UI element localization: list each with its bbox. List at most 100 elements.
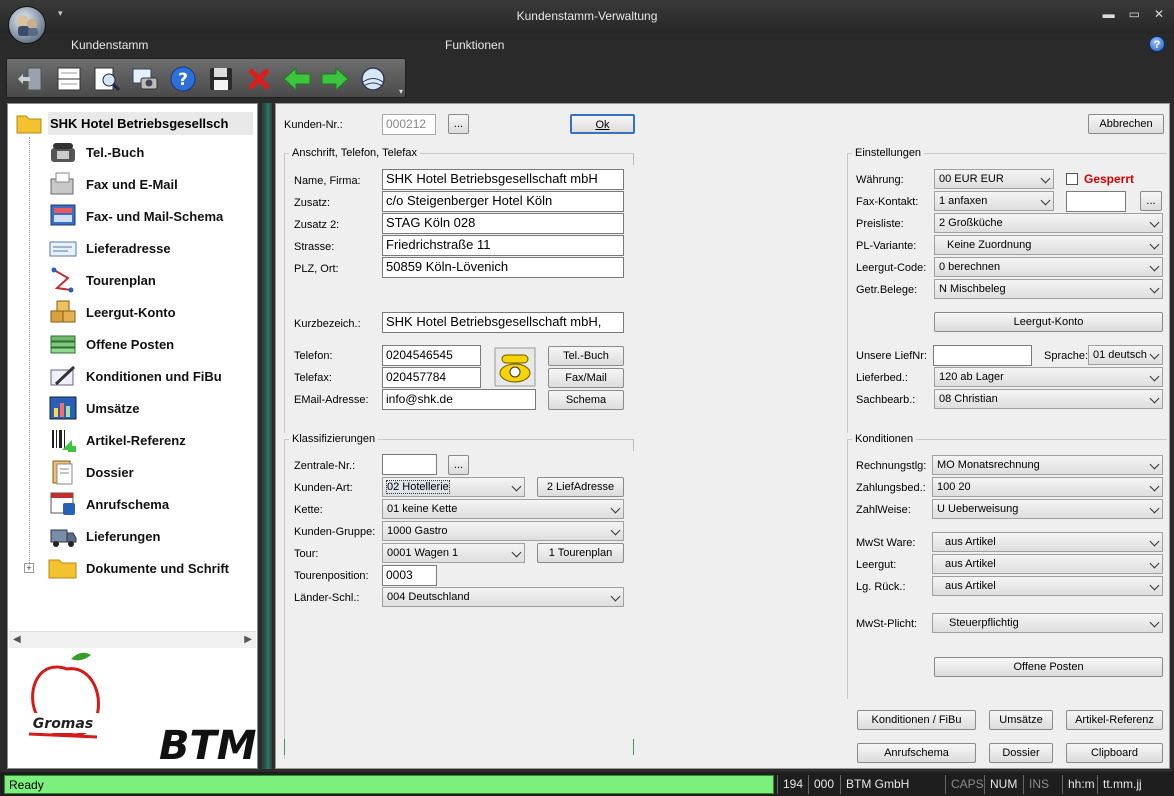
tree-item-lieferungen[interactable]: Lieferungen	[48, 521, 160, 551]
mwstware-select[interactable]: aus Artikel	[932, 532, 1163, 552]
mwstpflicht-label: MwSt-Plicht:	[856, 618, 918, 630]
kunden-nr-field[interactable]: 000212	[382, 114, 436, 135]
strasse-field[interactable]: Friedrichstraße 11	[382, 235, 624, 256]
preview-search-icon[interactable]	[91, 63, 123, 95]
schema-button[interactable]: Schema	[548, 390, 624, 410]
tree-item-offene-posten[interactable]: Offene Posten	[48, 329, 174, 359]
scroll-left-icon[interactable]: ◀	[13, 634, 21, 645]
help-question-icon[interactable]: ?	[167, 63, 199, 95]
rechnungstlg-select[interactable]: MO Monatsrechnung	[932, 455, 1163, 475]
menu-kundenstamm[interactable]: Kundenstamm	[71, 38, 148, 52]
zentrale-label: Zentrale-Nr.:	[294, 460, 356, 472]
kette-select[interactable]: 01 keine Kette	[382, 499, 624, 519]
telefax-field[interactable]: 020457784	[382, 367, 481, 388]
tree-item-tourenplan[interactable]: Tourenplan	[48, 265, 156, 295]
mwstpflicht-select[interactable]: Steuerpflichtig	[932, 613, 1163, 633]
tree-item-fax-email[interactable]: Fax und E-Mail	[48, 169, 178, 199]
phone-dial-icon[interactable]	[494, 347, 536, 387]
artikel-referenz-button[interactable]: Artikel-Referenz	[1066, 710, 1163, 730]
getr-belege-select[interactable]: N Mischbeleg	[934, 279, 1163, 299]
scan-camera-icon[interactable]	[129, 63, 161, 95]
lgrueck-select[interactable]: aus Artikel	[932, 576, 1163, 596]
maximize-icon[interactable]: ▭	[1129, 7, 1140, 21]
kunden-gruppe-select[interactable]: 1000 Gastro	[382, 521, 624, 541]
split-view-icon[interactable]	[53, 63, 85, 95]
tree-item-dokumente[interactable]: Dokumente und Schrift	[48, 553, 229, 583]
tree-item-lieferadresse[interactable]: Lieferadresse	[48, 233, 171, 263]
dossier-button[interactable]: Dossier	[989, 743, 1053, 763]
tree-item-anrufschema[interactable]: Anrufschema	[48, 489, 169, 519]
cancel-button[interactable]: Abbrechen	[1088, 114, 1164, 134]
faxkontakt-select[interactable]: 1 anfaxen	[934, 191, 1054, 211]
leergut-konto-button[interactable]: Leergut-Konto	[934, 312, 1163, 332]
tree-item-artikel-referenz[interactable]: Artikel-Referenz	[48, 425, 186, 455]
toolbar-overflow-icon[interactable]: ▾	[399, 87, 403, 96]
kurzbezeich-field[interactable]: SHK Hotel Betriebsgesellschaft mbH,	[382, 312, 624, 333]
application-menu-button[interactable]	[8, 6, 46, 44]
liefadresse-button[interactable]: 2 LiefAdresse	[537, 477, 624, 497]
leergutcode-select[interactable]: 0 berechnen	[934, 257, 1163, 277]
zentrale-lookup-button[interactable]: ...	[448, 455, 469, 475]
tree-item-leergut-konto[interactable]: Leergut-Konto	[48, 297, 176, 327]
liefnr-field[interactable]	[933, 345, 1032, 366]
chevron-down-icon	[610, 503, 621, 514]
zahlungsbed-select[interactable]: 100 20	[932, 477, 1163, 497]
plz-ort-field[interactable]: 50859 Köln-Lövenich	[382, 257, 624, 278]
globe-icon[interactable]	[357, 63, 389, 95]
tree-item-umsaetze[interactable]: Umsätze	[48, 393, 139, 423]
sprache-select[interactable]: 01 deutsch	[1088, 345, 1163, 365]
tour-select[interactable]: 0001 Wagen 1	[382, 543, 525, 563]
lieferbed-select[interactable]: 120 ab Lager	[934, 367, 1163, 387]
waehrung-select[interactable]: 00 EUR EUR	[934, 169, 1054, 189]
name-field[interactable]: SHK Hotel Betriebsgesellschaft mbH	[382, 169, 624, 190]
kundenart-value: 02 Hotellerie	[386, 480, 450, 494]
panel-splitter[interactable]	[262, 103, 272, 769]
tree-item-konditionen-fibu[interactable]: Konditionen und FiBu	[48, 361, 222, 391]
umsaetze-button[interactable]: Umsätze	[989, 710, 1053, 730]
exit-door-icon[interactable]	[15, 63, 47, 95]
plvariante-select[interactable]: Keine Zuordnung	[934, 235, 1163, 255]
close-icon[interactable]: ✕	[1154, 7, 1164, 21]
save-disk-icon[interactable]	[205, 63, 237, 95]
zusatz2-field[interactable]: STAG Köln 028	[382, 213, 624, 234]
tree-item-schema[interactable]: Fax- und Mail-Schema	[48, 201, 223, 231]
tourenplan-button[interactable]: 1 Tourenplan	[537, 543, 624, 563]
tree-item-dossier[interactable]: Dossier	[48, 457, 134, 487]
kundenart-select[interactable]: 02 Hotellerie	[382, 477, 525, 497]
telbuch-button[interactable]: Tel.-Buch	[548, 346, 624, 366]
telefon-field[interactable]: 0204546545	[382, 345, 481, 366]
zusatz-field[interactable]: c/o Steigenberger Hotel Köln	[382, 191, 624, 212]
faxkontakt-lookup-button[interactable]: ...	[1140, 191, 1162, 211]
clipboard-button[interactable]: Clipboard	[1066, 743, 1163, 763]
sachbearb-select[interactable]: 08 Christian	[934, 389, 1163, 409]
faxkontakt-extra-field[interactable]	[1066, 191, 1126, 212]
leergut-select[interactable]: aus Artikel	[932, 554, 1163, 574]
delete-x-icon[interactable]	[243, 63, 275, 95]
minimize-icon[interactable]: ▬	[1103, 7, 1115, 21]
offene-posten-button[interactable]: Offene Posten	[934, 657, 1163, 677]
help-icon[interactable]: ?	[1149, 36, 1165, 52]
scroll-right-icon[interactable]: ▶	[244, 634, 252, 645]
zahlweise-select[interactable]: U Ueberweisung	[932, 499, 1163, 519]
email-field[interactable]: info@shk.de	[382, 389, 536, 410]
preisliste-select[interactable]: 2 Großküche	[934, 213, 1163, 233]
waehrung-value: 00 EUR EUR	[939, 173, 1004, 185]
laender-select[interactable]: 004 Deutschland	[382, 587, 624, 607]
gesperrt-checkbox[interactable]	[1066, 173, 1078, 185]
tourpos-label: Tourenposition:	[294, 570, 369, 582]
zentrale-field[interactable]	[382, 454, 437, 475]
ok-button[interactable]: Ok	[570, 114, 635, 134]
tourenposition-field[interactable]: 0003	[382, 565, 437, 586]
konditionen-fibu-button[interactable]: Konditionen / FiBu	[857, 710, 976, 730]
menu-funktionen[interactable]: Funktionen	[445, 38, 504, 52]
kunden-nr-lookup-button[interactable]: ...	[448, 114, 469, 134]
tree-root-customer[interactable]: SHK Hotel Betriebsgesellsch	[16, 109, 253, 137]
anrufschema-button[interactable]: Anrufschema	[857, 743, 976, 763]
tree-expand-icon[interactable]: +	[24, 563, 34, 573]
tree-item-tel-buch[interactable]: Tel.-Buch	[48, 137, 144, 167]
horizontal-scrollbar[interactable]: ◀ ▶	[9, 631, 256, 648]
faxmail-button[interactable]: Fax/Mail	[548, 368, 624, 388]
forward-arrow-icon[interactable]	[319, 63, 351, 95]
tree-item-label: Konditionen und FiBu	[86, 368, 222, 384]
back-arrow-icon[interactable]	[281, 63, 313, 95]
